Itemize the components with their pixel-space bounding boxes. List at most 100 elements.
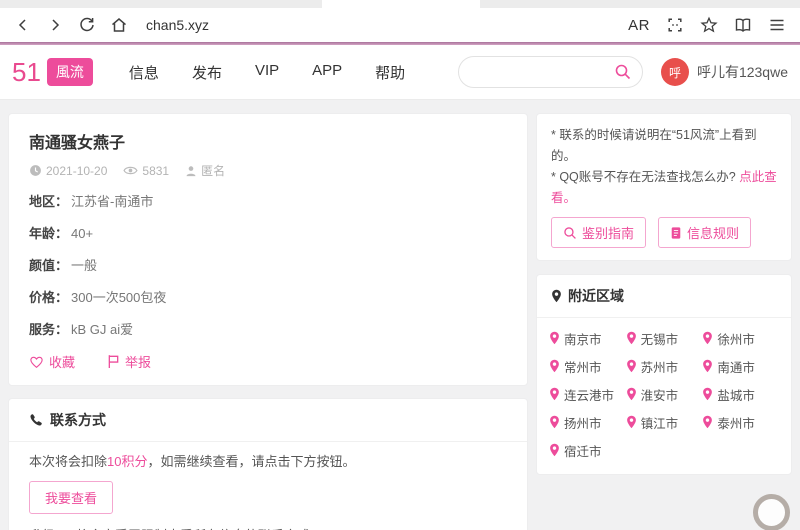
person-icon xyxy=(185,165,197,177)
nearby-card: 附近区域 南京市 无锡市 徐州市 常州市 苏州市 南通市 连云港市 淮安市 盐城… xyxy=(536,274,792,475)
back-to-top-button[interactable] xyxy=(753,494,790,530)
city-label: 镇江市 xyxy=(641,413,679,432)
meta-author: 匿名 xyxy=(185,162,225,179)
city-label: 常州市 xyxy=(564,357,602,376)
clock-icon xyxy=(29,164,42,177)
logo-badge: 風流 xyxy=(47,58,93,86)
field-value: 一般 xyxy=(71,258,97,273)
search-box xyxy=(458,56,643,88)
field-value: 江苏省-南通市 xyxy=(71,194,153,209)
field-price: 价格：300一次500包夜 xyxy=(29,287,507,306)
field-label: 年龄： xyxy=(29,226,68,241)
city-changzhou[interactable]: 常州市 xyxy=(549,358,626,374)
city-label: 无锡市 xyxy=(641,329,679,348)
url-text[interactable]: chan5.xyz xyxy=(146,17,209,33)
listing-actions: 收藏 举报 xyxy=(29,352,507,371)
toolbar-right: AR xyxy=(628,16,786,34)
pin-icon xyxy=(549,359,560,373)
nav-item-info[interactable]: 信息 xyxy=(129,62,159,83)
site-header: 51 風流 信息 发布 VIP APP 帮助 呼 呼儿有123qwe xyxy=(0,45,800,100)
logo-number: 51 xyxy=(12,57,41,88)
city-label: 徐州市 xyxy=(717,329,755,348)
nav-item-help[interactable]: 帮助 xyxy=(375,62,405,83)
reader-mode-label[interactable]: AR xyxy=(628,17,650,34)
city-label: 南京市 xyxy=(564,329,602,348)
listing-fields: 地区：江苏省-南通市 年龄：40+ 颜值：一般 价格：300一次500包夜 服务… xyxy=(29,191,507,338)
city-label: 盐城市 xyxy=(717,385,755,404)
pin-icon xyxy=(626,359,637,373)
user-name[interactable]: 呼儿有123qwe xyxy=(697,62,788,82)
notice-card: * 联系的时候请说明在“51风流”上看到的。 * QQ账号不存在无法查找怎么办?… xyxy=(536,113,792,261)
city-nanjing[interactable]: 南京市 xyxy=(549,330,626,346)
field-value: 40+ xyxy=(71,226,93,241)
field-label: 价格： xyxy=(29,290,68,305)
city-yancheng[interactable]: 盐城市 xyxy=(702,386,779,402)
listing-meta: 2021-10-20 5831 匿名 xyxy=(29,162,507,179)
rules-label: 信息规则 xyxy=(687,223,739,242)
refresh-icon[interactable] xyxy=(78,16,96,34)
city-label: 扬州市 xyxy=(564,413,602,432)
eye-icon xyxy=(123,165,138,176)
reading-list-icon[interactable] xyxy=(734,16,752,34)
meta-date-text: 2021-10-20 xyxy=(46,164,107,178)
deduct-notice: 本次将会扣除10积分，如需继续查看，请点击下方按钮。 xyxy=(29,454,507,469)
city-suzhou[interactable]: 苏州市 xyxy=(626,358,703,374)
phone-icon xyxy=(29,413,43,427)
city-yangzhou[interactable]: 扬州市 xyxy=(549,414,626,430)
field-label: 颜值： xyxy=(29,258,68,273)
listing-title: 南通骚女燕子 xyxy=(29,129,507,153)
city-xuzhou[interactable]: 徐州市 xyxy=(702,330,779,346)
guide-label: 鉴别指南 xyxy=(582,223,634,242)
pin-icon xyxy=(626,415,637,429)
meta-views: 5831 xyxy=(123,164,169,178)
page: chan5.xyz AR 51 風流 信息 发布 VIP xyxy=(0,0,800,530)
user-avatar[interactable]: 呼 xyxy=(661,58,689,86)
active-tab[interactable] xyxy=(322,0,480,8)
forward-icon[interactable] xyxy=(46,16,64,34)
home-icon[interactable] xyxy=(110,16,128,34)
nav-item-app[interactable]: APP xyxy=(312,62,342,83)
search-icon[interactable] xyxy=(614,63,632,81)
site-logo[interactable]: 51 風流 xyxy=(12,57,93,88)
main-content: 南通骚女燕子 2021-10-20 5831 匿名 xyxy=(0,100,800,530)
guide-button[interactable]: 鉴别指南 xyxy=(551,217,646,248)
pin-icon xyxy=(549,443,560,457)
rules-button[interactable]: 信息规则 xyxy=(658,217,751,248)
flag-icon xyxy=(107,354,120,369)
contact-card: 联系方式 本次将会扣除10积分，如需继续查看，请点击下方按钮。 我要查看 升级V… xyxy=(8,398,528,530)
pin-icon xyxy=(702,331,713,345)
report-button[interactable]: 举报 xyxy=(107,352,151,371)
city-huaian[interactable]: 淮安市 xyxy=(626,386,703,402)
nav-item-vip[interactable]: VIP xyxy=(255,62,279,83)
field-label: 地区： xyxy=(29,194,68,209)
contact-body: 本次将会扣除10积分，如需继续查看，请点击下方按钮。 我要查看 升级VIP将会享… xyxy=(9,442,527,530)
menu-icon[interactable] xyxy=(768,16,786,34)
field-label: 服务： xyxy=(29,322,68,337)
field-looks: 颜值：一般 xyxy=(29,255,507,274)
city-suqian[interactable]: 宿迁市 xyxy=(549,442,626,458)
meta-views-text: 5831 xyxy=(142,164,169,178)
city-taizhou[interactable]: 泰州市 xyxy=(702,414,779,430)
deduct-points: 10积分 xyxy=(107,454,147,469)
view-contact-button[interactable]: 我要查看 xyxy=(29,481,113,514)
bookmark-star-icon[interactable] xyxy=(700,16,718,34)
nearby-title: 附近区域 xyxy=(568,286,624,306)
browser-toolbar: chan5.xyz AR xyxy=(0,8,800,42)
listing-card: 南通骚女燕子 2021-10-20 5831 匿名 xyxy=(8,113,528,386)
meta-author-text: 匿名 xyxy=(201,162,225,179)
nav-item-publish[interactable]: 发布 xyxy=(192,62,222,83)
city-lianyungang[interactable]: 连云港市 xyxy=(549,386,626,402)
city-nantong[interactable]: 南通市 xyxy=(702,358,779,374)
city-label: 泰州市 xyxy=(717,413,755,432)
city-zhenjiang[interactable]: 镇江市 xyxy=(626,414,703,430)
field-region: 地区：江苏省-南通市 xyxy=(29,191,507,210)
back-icon[interactable] xyxy=(14,16,32,34)
notice-line-1: * 联系的时候请说明在“51风流”上看到的。 xyxy=(551,125,777,167)
favorite-label: 收藏 xyxy=(49,352,75,371)
scan-frame-icon[interactable] xyxy=(666,16,684,34)
right-column: * 联系的时候请说明在“51风流”上看到的。 * QQ账号不存在无法查找怎么办?… xyxy=(536,113,792,530)
field-value: kB GJ ai爱 xyxy=(71,322,133,337)
main-nav: 信息 发布 VIP APP 帮助 xyxy=(129,62,438,83)
favorite-button[interactable]: 收藏 xyxy=(29,352,75,371)
city-wuxi[interactable]: 无锡市 xyxy=(626,330,703,346)
